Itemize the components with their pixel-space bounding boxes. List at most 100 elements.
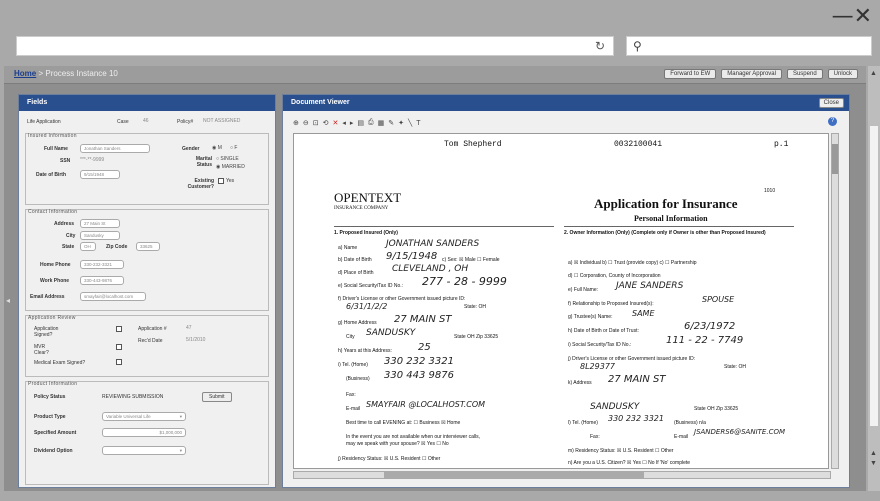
- city-handwriting: SANDUSKY: [366, 328, 416, 338]
- fit-icon[interactable]: ⊡: [313, 119, 319, 127]
- gender-m-label: M: [217, 145, 222, 151]
- prev-page-icon[interactable]: ◂: [342, 119, 346, 127]
- city-label: City: [66, 233, 76, 239]
- product-type-value: Variable Universal Life: [106, 414, 151, 419]
- email-input[interactable]: smayfair@localhost.com: [80, 292, 146, 301]
- mvr-clear-checkbox[interactable]: [116, 344, 122, 350]
- chevron-down-icon: ▾: [179, 414, 182, 419]
- zoom-out-icon[interactable]: ⊖: [303, 119, 309, 127]
- medical-exam-checkbox[interactable]: [116, 359, 122, 365]
- delete-icon[interactable]: ✕: [333, 119, 339, 127]
- document-vertical-scrollbar[interactable]: [831, 133, 839, 469]
- scrollbar-thumb[interactable]: [832, 144, 838, 174]
- gender-f-radio[interactable]: ○ F: [230, 145, 237, 151]
- note-icon[interactable]: ✎: [388, 119, 394, 127]
- manager-approval-button[interactable]: Manager Approval: [721, 69, 782, 79]
- home-phone-input[interactable]: 330-232-3321: [80, 260, 124, 269]
- specified-amount-input[interactable]: $1,000,000: [102, 428, 186, 437]
- owner-trustees-label: g) Trustee(s) Name:: [568, 314, 613, 320]
- marital-married-radio[interactable]: ◉ MARRIED: [216, 164, 245, 170]
- document-horizontal-scrollbar[interactable]: [293, 471, 831, 479]
- owner-tel-business: (Business) n/a: [674, 420, 706, 426]
- gender-label: Gender: [182, 146, 200, 152]
- viewer-close-button[interactable]: Close: [818, 98, 844, 108]
- scroll-up-icon[interactable]: ▲: [870, 450, 877, 457]
- gender-m-radio[interactable]: ◉ M: [212, 145, 222, 151]
- forward-to-ew-button[interactable]: Forward to EW: [664, 69, 717, 79]
- ssn-handwriting: 277 - 28 - 9999: [422, 275, 507, 288]
- owner-dob-handwriting: 6/23/1972: [684, 321, 736, 332]
- work-phone-input[interactable]: 330-443-9876: [80, 276, 124, 285]
- product-type-label: Product Type: [34, 414, 66, 420]
- search-input[interactable]: ⚲: [626, 36, 872, 56]
- specified-amount-label: Specified Amount: [34, 430, 77, 436]
- application-review-group: Application Review Application Signed? A…: [25, 315, 269, 377]
- marital-married-label: MARRIED: [221, 164, 245, 170]
- city-input[interactable]: Sandusky: [80, 231, 120, 240]
- breadcrumb-home-link[interactable]: Home: [14, 69, 36, 78]
- name-label: a) Name: [338, 245, 358, 251]
- zip-code-label: Zip Code: [106, 244, 128, 250]
- date-of-birth-input[interactable]: 9/15/1948: [80, 170, 120, 179]
- contact-group-title: Contact Information: [28, 209, 78, 215]
- date-of-birth-label: Date of Birth: [36, 172, 66, 178]
- line-icon[interactable]: ╲: [408, 119, 412, 127]
- next-page-icon[interactable]: ▸: [350, 119, 354, 127]
- scanned-document: Tom Shepherd 0032100041 p.1 OPENTEXT INS…: [293, 133, 829, 469]
- dob-label: b) Date of Birth: [338, 257, 372, 263]
- scrollbar-thumb[interactable]: [870, 126, 878, 426]
- owner-city-handwriting: SANDUSKY: [590, 402, 640, 412]
- stamp-icon[interactable]: ✦: [398, 119, 404, 127]
- refresh-icon[interactable]: ↻: [595, 39, 605, 53]
- help-icon[interactable]: ?: [828, 117, 837, 126]
- sex-label: c) Sex: ☒ Male ☐ Female: [442, 257, 500, 263]
- scroll-up-icon[interactable]: ▲: [870, 70, 877, 77]
- full-name-input[interactable]: Jonathan Sanders: [80, 144, 150, 153]
- suspend-button[interactable]: Suspend: [786, 69, 823, 79]
- owner-dl-handwriting: 8L29377: [580, 362, 615, 371]
- owner-residency: m) Residency Status: ☒ U.S. Resident ☐ O…: [568, 448, 674, 454]
- fields-panel-title: Fields: [19, 95, 275, 111]
- scrollbar-thumb[interactable]: [384, 472, 644, 478]
- existing-customer-checkbox[interactable]: [218, 178, 224, 184]
- page-vertical-scrollbar[interactable]: ▲ ▲ ▼: [868, 66, 880, 491]
- collapse-left-icon[interactable]: ◂: [6, 296, 10, 305]
- dividend-option-select[interactable]: ▾: [102, 446, 186, 455]
- place-of-birth-handwriting: CLEVELAND , OH: [392, 264, 469, 274]
- owner-tel-label: l) Tel. (Home): [568, 420, 598, 426]
- gender-f-label: F: [234, 145, 238, 151]
- product-group-title: Product Information: [28, 381, 78, 387]
- zip-code-input[interactable]: 33625: [136, 242, 160, 251]
- address-input[interactable]: 27 Main St: [80, 219, 120, 228]
- email-handwriting: SMAYFAIR @LOCALHOST.COM: [366, 400, 486, 409]
- owner-address-label: k) Address: [568, 380, 592, 386]
- home-address-handwriting: 27 MAIN ST: [394, 314, 452, 325]
- tel-business-label: (Business): [346, 376, 370, 382]
- url-bar[interactable]: ↻: [16, 36, 614, 56]
- print-icon[interactable]: ⎙: [368, 119, 374, 127]
- zoom-in-icon[interactable]: ⊕: [293, 119, 299, 127]
- page-icon[interactable]: ▤: [357, 119, 364, 127]
- text-icon[interactable]: T: [416, 120, 420, 127]
- product-type-select[interactable]: Variable Universal Life ▾: [102, 412, 186, 421]
- highlight-icon[interactable]: ▦: [378, 119, 385, 127]
- scroll-down-icon[interactable]: ▼: [870, 460, 877, 467]
- rotate-icon[interactable]: ⟲: [323, 119, 329, 127]
- marital-single-radio[interactable]: ○ SINGLE: [216, 156, 239, 162]
- unlock-button[interactable]: Unlock: [827, 69, 858, 79]
- policy-label: Policy#: [177, 119, 194, 125]
- title-bar: Home > Process Instance 10 Forward to EW…: [4, 66, 866, 84]
- owner-citizen: n) Are you a U.S. Citizen? ☒ Yes ☐ No If…: [568, 460, 691, 466]
- left-splitter[interactable]: ◂: [4, 86, 14, 486]
- state-input[interactable]: OH: [80, 242, 96, 251]
- insured-group-title: Insured Information: [28, 133, 77, 139]
- state-zip-doc: State OH Zip 33625: [454, 334, 499, 340]
- unavailable-line-2: may we speak with your spouse? ☒ Yes ☐ N…: [346, 441, 449, 447]
- company-logo-subtitle: INSURANCE COMPANY: [334, 206, 389, 211]
- email-label: Email Address: [30, 294, 65, 300]
- email-doc-label: E-mail: [346, 406, 361, 412]
- close-overlay-button[interactable]: —✕: [832, 6, 872, 28]
- submit-button[interactable]: Submit: [202, 392, 232, 402]
- policy-value: NOT ASSIGNED: [203, 118, 241, 124]
- application-signed-checkbox[interactable]: [116, 326, 122, 332]
